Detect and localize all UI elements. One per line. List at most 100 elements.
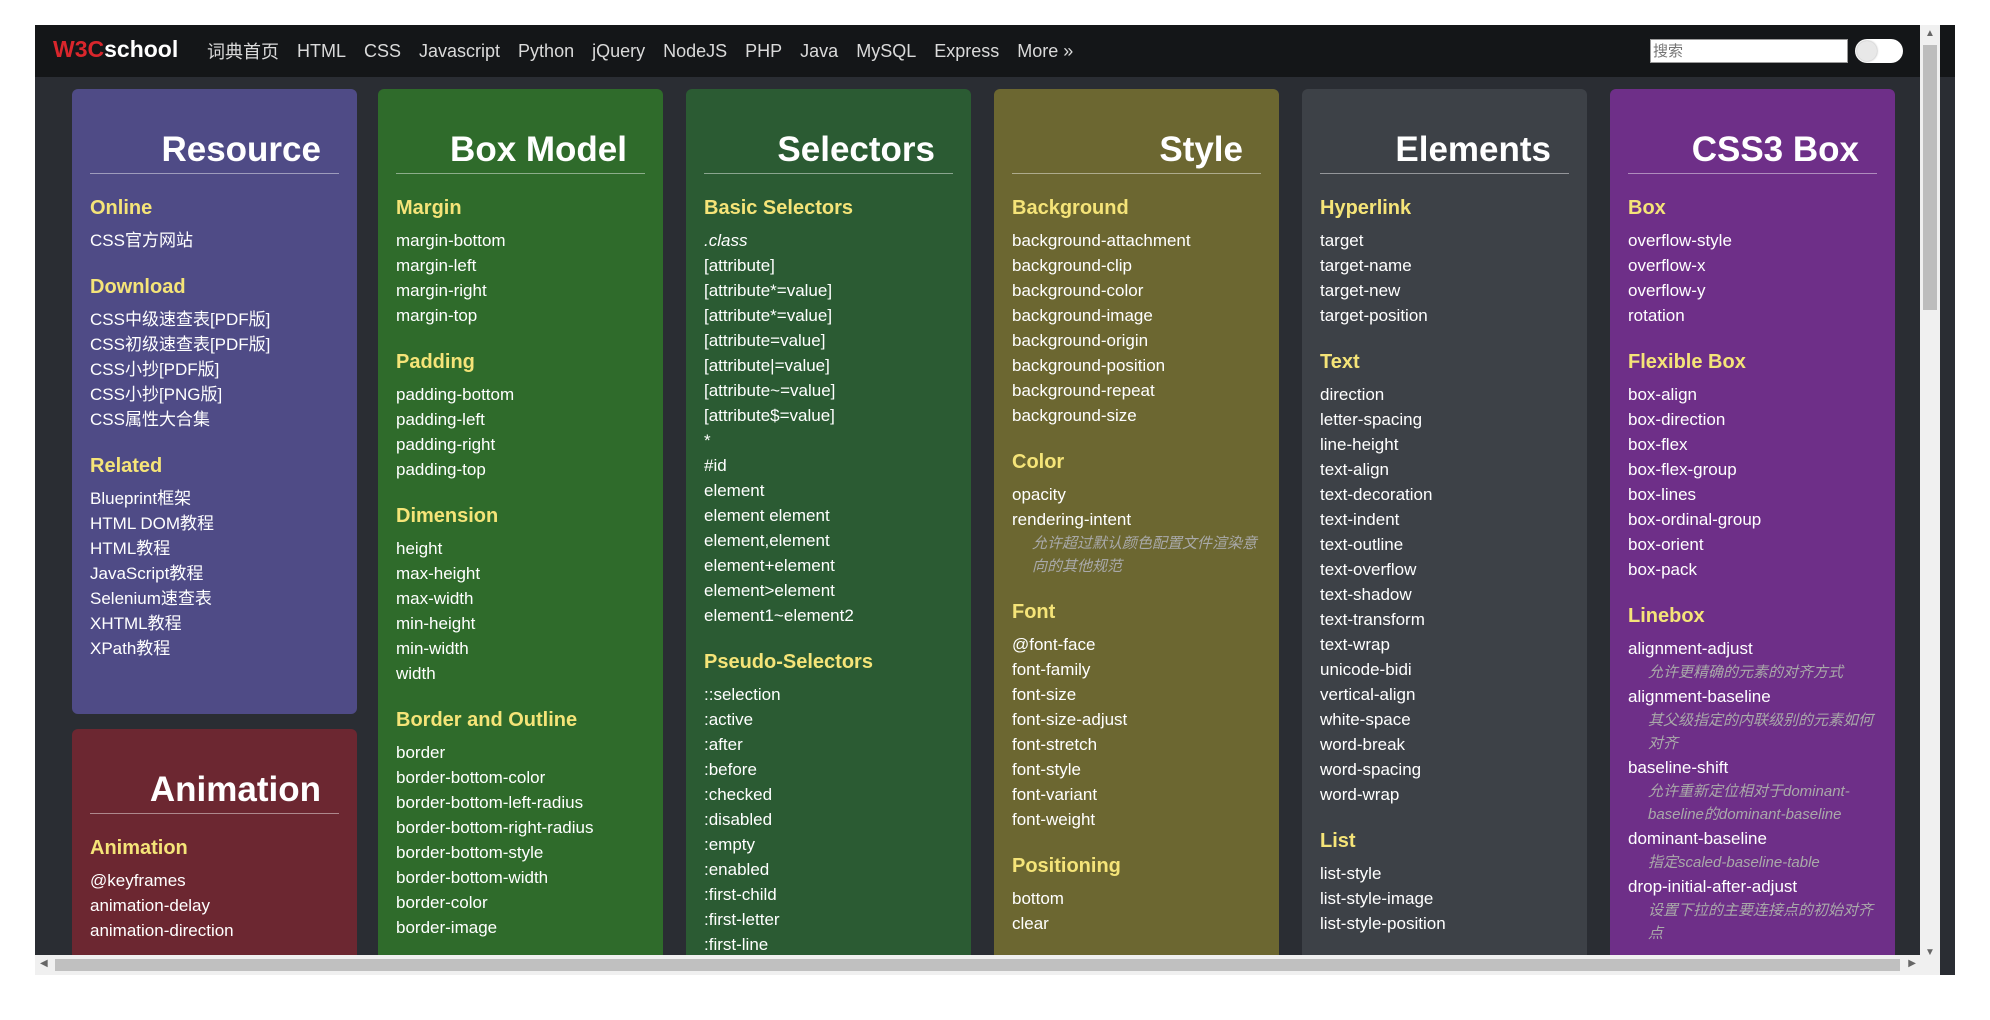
property-link[interactable]: CSS初级速查表[PDF版] xyxy=(90,332,339,357)
property-link[interactable]: target xyxy=(1320,228,1569,253)
property-link[interactable]: .class xyxy=(704,228,953,253)
property-link[interactable]: text-overflow xyxy=(1320,557,1569,582)
property-link[interactable]: background-origin xyxy=(1012,328,1261,353)
property-link[interactable]: CSS属性大合集 xyxy=(90,407,339,432)
property-link[interactable]: margin-left xyxy=(396,253,645,278)
property-link[interactable]: font-family xyxy=(1012,657,1261,682)
nav-item[interactable]: 词典首页 xyxy=(207,38,279,64)
property-link[interactable]: box-align xyxy=(1628,382,1877,407)
property-link[interactable]: background-attachment xyxy=(1012,228,1261,253)
property-link[interactable]: text-wrap xyxy=(1320,632,1569,657)
property-link[interactable]: background-size xyxy=(1012,403,1261,428)
property-link[interactable]: baseline-shift xyxy=(1628,755,1877,780)
property-link[interactable]: text-indent xyxy=(1320,507,1569,532)
property-link[interactable]: background-repeat xyxy=(1012,378,1261,403)
property-link[interactable]: word-wrap xyxy=(1320,782,1569,807)
nav-item[interactable]: Javascript xyxy=(419,41,500,62)
property-link[interactable]: HTML DOM教程 xyxy=(90,511,339,536)
property-link[interactable]: element,element xyxy=(704,528,953,553)
property-link[interactable]: min-width xyxy=(396,636,645,661)
property-link[interactable]: background-clip xyxy=(1012,253,1261,278)
property-link[interactable]: padding-top xyxy=(396,457,645,482)
property-link[interactable]: #id xyxy=(704,453,953,478)
property-link[interactable]: letter-spacing xyxy=(1320,407,1569,432)
nav-item[interactable]: HTML xyxy=(297,41,346,62)
property-link[interactable]: [attribute] xyxy=(704,253,953,278)
property-link[interactable]: vertical-align xyxy=(1320,682,1569,707)
property-link[interactable]: [attribute=value] xyxy=(704,328,953,353)
scroll-left-arrow-icon[interactable]: ◀ xyxy=(40,958,48,969)
property-link[interactable]: border-bottom-style xyxy=(396,840,645,865)
property-link[interactable]: element+element xyxy=(704,553,953,578)
vertical-scroll-thumb[interactable] xyxy=(1923,45,1937,310)
property-link[interactable]: list-style xyxy=(1320,861,1569,886)
property-link[interactable]: unicode-bidi xyxy=(1320,657,1569,682)
property-link[interactable]: JavaScript教程 xyxy=(90,561,339,586)
property-link[interactable]: line-height xyxy=(1320,432,1569,457)
property-link[interactable]: XHTML教程 xyxy=(90,611,339,636)
property-link[interactable]: @keyframes xyxy=(90,868,339,893)
site-logo[interactable]: W3Cschool xyxy=(53,36,178,63)
scroll-up-arrow-icon[interactable]: ▲ xyxy=(1925,28,1935,39)
property-link[interactable]: background-position xyxy=(1012,353,1261,378)
property-link[interactable]: target-name xyxy=(1320,253,1569,278)
property-link[interactable]: dominant-baseline xyxy=(1628,826,1877,851)
property-link[interactable]: :first-line xyxy=(704,932,953,957)
property-link[interactable]: box-flex-group xyxy=(1628,457,1877,482)
nav-item[interactable]: Express xyxy=(934,41,999,62)
property-link[interactable]: text-outline xyxy=(1320,532,1569,557)
property-link[interactable]: [attribute~=value] xyxy=(704,378,953,403)
nav-item[interactable]: NodeJS xyxy=(663,41,727,62)
property-link[interactable]: [attribute*=value] xyxy=(704,278,953,303)
property-link[interactable]: :enabled xyxy=(704,857,953,882)
property-link[interactable]: overflow-y xyxy=(1628,278,1877,303)
property-link[interactable]: ::selection xyxy=(704,682,953,707)
property-link[interactable]: font-size xyxy=(1012,682,1261,707)
property-link[interactable]: width xyxy=(396,661,645,686)
nav-item[interactable]: Java xyxy=(800,41,838,62)
nav-item[interactable]: CSS xyxy=(364,41,401,62)
property-link[interactable]: box-direction xyxy=(1628,407,1877,432)
property-link[interactable]: [attribute$=value] xyxy=(704,403,953,428)
property-link[interactable]: drop-initial-after-adjust xyxy=(1628,874,1877,899)
property-link[interactable]: box-ordinal-group xyxy=(1628,507,1877,532)
property-link[interactable]: border-image xyxy=(396,915,645,940)
property-link[interactable]: clear xyxy=(1012,911,1261,936)
property-link[interactable]: Selenium速查表 xyxy=(90,586,339,611)
property-link[interactable]: text-shadow xyxy=(1320,582,1569,607)
nav-item[interactable]: jQuery xyxy=(592,41,645,62)
property-link[interactable]: CSS小抄[PNG版] xyxy=(90,382,339,407)
property-link[interactable]: box-pack xyxy=(1628,557,1877,582)
search-input[interactable] xyxy=(1650,39,1848,63)
property-link[interactable]: font-variant xyxy=(1012,782,1261,807)
property-link[interactable]: [attribute*=value] xyxy=(704,303,953,328)
property-link[interactable]: :empty xyxy=(704,832,953,857)
theme-toggle[interactable] xyxy=(1855,39,1903,63)
property-link[interactable]: HTML教程 xyxy=(90,536,339,561)
property-link[interactable]: padding-right xyxy=(396,432,645,457)
property-link[interactable]: :disabled xyxy=(704,807,953,832)
property-link[interactable]: :first-letter xyxy=(704,907,953,932)
property-link[interactable]: animation-delay xyxy=(90,893,339,918)
property-link[interactable]: margin-top xyxy=(396,303,645,328)
property-link[interactable]: element1~element2 xyxy=(704,603,953,628)
property-link[interactable]: background-color xyxy=(1012,278,1261,303)
property-link[interactable]: [attribute|=value] xyxy=(704,353,953,378)
property-link[interactable]: font-weight xyxy=(1012,807,1261,832)
scroll-right-arrow-icon[interactable]: ▶ xyxy=(1908,958,1916,969)
property-link[interactable]: element>element xyxy=(704,578,953,603)
horizontal-scroll-thumb[interactable] xyxy=(55,959,1900,971)
property-link[interactable]: box-lines xyxy=(1628,482,1877,507)
property-link[interactable]: min-height xyxy=(396,611,645,636)
property-link[interactable]: :after xyxy=(704,732,953,757)
property-link[interactable]: padding-left xyxy=(396,407,645,432)
property-link[interactable]: rendering-intent xyxy=(1012,507,1261,532)
property-link[interactable]: XPath教程 xyxy=(90,636,339,661)
property-link[interactable]: CSS官方网站 xyxy=(90,228,339,253)
property-link[interactable]: * xyxy=(704,428,953,453)
property-link[interactable]: overflow-x xyxy=(1628,253,1877,278)
property-link[interactable]: list-style-position xyxy=(1320,911,1569,936)
property-link[interactable]: border-bottom-color xyxy=(396,765,645,790)
property-link[interactable]: alignment-adjust xyxy=(1628,636,1877,661)
property-link[interactable]: target-position xyxy=(1320,303,1569,328)
